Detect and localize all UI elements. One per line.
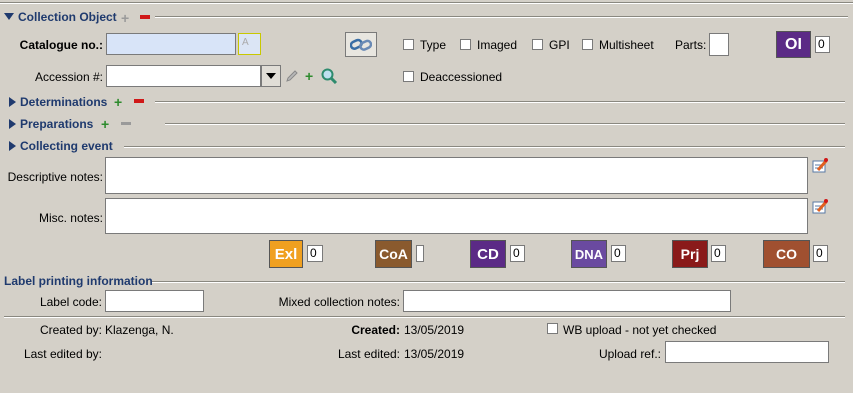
section-divider <box>152 281 845 283</box>
top-divider <box>0 2 853 4</box>
mixed-collection-notes-field[interactable] <box>403 290 731 312</box>
add-icon[interactable]: + <box>121 11 129 25</box>
imaged-label: Imaged <box>477 38 518 52</box>
mixed-collection-notes-label: Mixed collection notes: <box>278 295 400 309</box>
gpi-checkbox[interactable] <box>532 39 543 50</box>
search-icon[interactable] <box>321 68 338 84</box>
expand-triangle-icon[interactable] <box>9 97 16 107</box>
multisheet-label: Multisheet <box>599 38 654 52</box>
label-code-field[interactable] <box>105 290 204 312</box>
dna-button[interactable]: DNA <box>571 240 607 268</box>
coa-count <box>416 245 424 262</box>
cd-count: 0 <box>510 245 525 262</box>
determinations-title: Determinations <box>20 95 108 109</box>
accession-field[interactable] <box>106 65 261 87</box>
add-accession-icon[interactable]: + <box>305 69 313 83</box>
wb-upload-checkbox[interactable] <box>547 323 558 334</box>
created-by-label: Created by: <box>39 323 102 337</box>
accession-dropdown-button[interactable] <box>261 65 281 87</box>
accession-label: Accession #: <box>34 70 103 84</box>
descriptive-notes-field[interactable] <box>105 157 808 194</box>
deaccessioned-label: Deaccessioned <box>420 70 503 84</box>
expand-triangle-icon[interactable] <box>9 119 16 129</box>
add-determination-icon[interactable]: + <box>114 95 122 109</box>
catalogue-number-field[interactable] <box>106 33 236 55</box>
label-printing-title: Label printing information <box>4 274 153 288</box>
add-preparation-icon[interactable]: + <box>101 117 109 131</box>
delete-icon[interactable] <box>140 15 150 19</box>
wb-upload-label: WB upload - not yet checked <box>563 323 717 337</box>
upload-ref-label: Upload ref.: <box>598 347 661 361</box>
delete-determination-icon[interactable] <box>134 99 144 103</box>
other-identifiers-count: 0 <box>815 36 830 53</box>
last-edited-by-label: Last edited by: <box>23 347 102 361</box>
prj-count: 0 <box>711 245 726 262</box>
created-date: 13/05/2019 <box>404 323 465 337</box>
cd-button[interactable]: CD <box>470 240 506 268</box>
section-divider <box>124 146 845 148</box>
multisheet-checkbox[interactable] <box>582 39 593 50</box>
section-divider <box>165 123 845 125</box>
type-label: Type <box>420 38 447 52</box>
misc-notes-label: Misc. notes: <box>38 211 103 225</box>
created-label: Created: <box>351 323 400 337</box>
last-edited-date: 13/05/2019 <box>404 347 465 361</box>
type-checkbox[interactable] <box>403 39 414 50</box>
deaccessioned-checkbox[interactable] <box>403 71 414 82</box>
descriptive-notes-label: Descriptive notes: <box>7 170 103 184</box>
chevron-down-icon <box>266 73 276 79</box>
collecting-event-title: Collecting event <box>20 139 113 153</box>
imaged-checkbox[interactable] <box>460 39 471 50</box>
chain-link-icon <box>350 38 372 51</box>
other-identifiers-button[interactable]: OI <box>776 31 811 58</box>
co-count: 0 <box>813 245 828 262</box>
edit-pencil-icon[interactable] <box>285 69 299 83</box>
upload-ref-field[interactable] <box>665 341 829 363</box>
exl-count: 0 <box>307 245 323 262</box>
misc-notes-field[interactable] <box>105 198 808 234</box>
coa-button[interactable]: CoA <box>375 240 412 268</box>
gpi-label: GPI <box>549 38 570 52</box>
last-edited-label: Last edited: <box>337 347 400 361</box>
delete-preparation-icon[interactable] <box>121 122 131 125</box>
preparations-title: Preparations <box>20 117 94 131</box>
created-by-value: Klazenga, N. <box>105 323 174 337</box>
edit-notes-icon[interactable] <box>812 199 828 215</box>
edit-notes-icon[interactable] <box>812 158 828 174</box>
collapse-triangle-icon[interactable] <box>4 13 14 20</box>
co-button[interactable]: CO <box>763 240 810 268</box>
dna-count: 0 <box>611 245 626 262</box>
prj-button[interactable]: Prj <box>672 240 708 268</box>
section-divider <box>155 101 845 103</box>
link-button[interactable] <box>345 32 377 57</box>
section-divider <box>155 16 848 18</box>
catalogue-label: Catalogue no.: <box>19 38 103 52</box>
expand-triangle-icon[interactable] <box>9 141 16 151</box>
label-code-label: Label code: <box>39 295 102 309</box>
collection-object-title: Collection Object <box>18 10 117 24</box>
parts-field[interactable] <box>709 33 729 56</box>
footer-divider <box>4 316 845 318</box>
parts-label: Parts: <box>675 38 707 52</box>
catalogue-format-indicator[interactable]: A <box>238 33 261 55</box>
exl-button[interactable]: Exl <box>269 240 303 268</box>
